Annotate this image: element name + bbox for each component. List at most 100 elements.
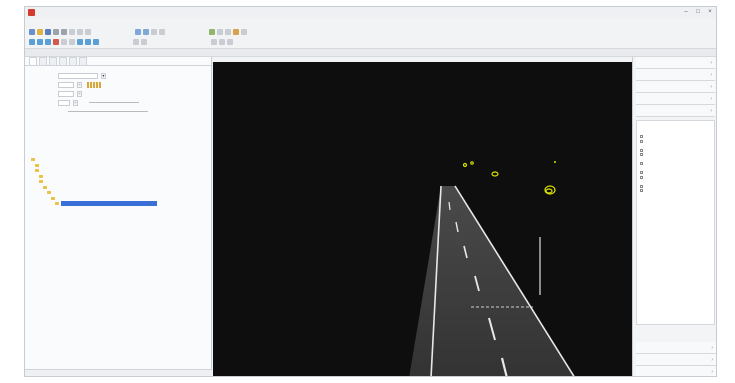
property-row: ▾ <box>31 71 207 80</box>
view-front-icon[interactable] <box>37 39 43 45</box>
record-icon[interactable] <box>53 39 59 45</box>
checkbox-icon[interactable] <box>640 189 643 193</box>
scale-tool-icon[interactable] <box>159 29 165 35</box>
signal-tool-icon[interactable] <box>233 29 239 35</box>
new-file-icon[interactable] <box>29 29 35 35</box>
select-tool-icon[interactable] <box>135 29 141 35</box>
tab-1[interactable] <box>29 57 37 65</box>
checkbox-icon[interactable] <box>640 171 643 175</box>
chevron-right-icon: › <box>710 71 712 78</box>
open-folder-icon[interactable] <box>37 29 43 35</box>
title-bar: – □ × <box>25 7 716 18</box>
measure-icon[interactable] <box>141 39 147 45</box>
tab-5[interactable] <box>69 57 77 65</box>
play-icon[interactable] <box>211 39 217 45</box>
property-row <box>31 107 207 116</box>
snap-icon[interactable] <box>69 39 75 45</box>
folder-icon <box>31 158 35 162</box>
highlighted-object <box>462 162 468 168</box>
object-tool-icon[interactable] <box>241 29 247 35</box>
checkbox-icon[interactable] <box>640 162 643 166</box>
stepper-icon[interactable]: ÷ <box>77 81 82 88</box>
property-field[interactable] <box>58 99 70 106</box>
zoom-in-icon[interactable] <box>77 39 83 45</box>
checkbox-icon[interactable] <box>640 148 643 152</box>
checkbox-icon[interactable] <box>640 153 643 157</box>
property-divider <box>68 111 148 112</box>
junction-tool-icon[interactable] <box>217 29 223 35</box>
tab-6[interactable] <box>79 57 87 65</box>
right-panel-button[interactable]: › <box>636 81 715 93</box>
checkbox-icon[interactable] <box>640 175 643 179</box>
redo-icon[interactable] <box>61 29 67 35</box>
right-panel-button[interactable]: › <box>636 105 715 117</box>
highlighted-object <box>491 171 499 177</box>
zoom-out-icon[interactable] <box>85 39 91 45</box>
right-panel-button[interactable]: › <box>636 93 715 105</box>
right-panel-bottom-button[interactable]: › <box>636 366 716 376</box>
stepper-icon[interactable]: ÷ <box>77 90 82 97</box>
checkbox-icon[interactable] <box>640 139 643 143</box>
checkbox-icon[interactable] <box>640 135 643 139</box>
fit-view-icon[interactable] <box>93 39 99 45</box>
tab-2[interactable] <box>39 57 47 65</box>
distant-light <box>554 161 556 163</box>
options-title <box>640 123 711 130</box>
stepper-icon[interactable]: ÷ <box>73 99 78 106</box>
3d-viewport[interactable] <box>213 62 632 376</box>
right-panel-bottom-button[interactable]: › <box>636 354 716 366</box>
checkbox-icon[interactable] <box>640 184 643 188</box>
left-bottom-tabs <box>25 369 212 376</box>
road-tool-icon[interactable] <box>209 29 215 35</box>
app-window: – □ × ▾ ÷ ÷ ÷ › › › › › › › › <box>24 6 717 377</box>
property-field[interactable] <box>58 72 98 79</box>
move-tool-icon[interactable] <box>143 29 149 35</box>
minimize-icon[interactable]: – <box>683 9 689 15</box>
stop-icon[interactable] <box>227 39 233 45</box>
layer-icon[interactable] <box>133 39 139 45</box>
preview-swatch <box>87 81 101 88</box>
right-panel-button[interactable]: › <box>636 57 715 69</box>
menu-bar <box>25 18 716 27</box>
maximize-icon[interactable]: □ <box>695 9 701 15</box>
undo-icon[interactable] <box>53 29 59 35</box>
highlighted-object <box>470 161 474 165</box>
road-scene <box>409 161 575 376</box>
left-tab-row <box>25 57 211 66</box>
chevron-right-icon: › <box>710 107 712 114</box>
folder-icon <box>55 202 59 206</box>
tree-item-selected[interactable] <box>31 201 207 207</box>
paste-icon[interactable] <box>85 29 91 35</box>
chevron-right-icon: › <box>711 356 713 363</box>
chevron-right-icon: › <box>710 59 712 66</box>
property-row: ÷ <box>31 89 207 98</box>
highlighted-objects <box>462 161 556 195</box>
close-icon[interactable]: × <box>707 9 713 15</box>
property-field[interactable] <box>58 90 74 97</box>
property-divider <box>89 102 139 103</box>
cut-icon[interactable] <box>69 29 75 35</box>
chevron-right-icon: › <box>710 95 712 102</box>
copy-icon[interactable] <box>77 29 83 35</box>
folder-icon <box>47 191 51 195</box>
view-side-icon[interactable] <box>45 39 51 45</box>
right-panel-button[interactable]: › <box>636 69 715 81</box>
left-panel: ▾ ÷ ÷ ÷ <box>25 57 212 376</box>
property-field[interactable] <box>58 81 74 88</box>
tab-3[interactable] <box>49 57 57 65</box>
property-row: ÷ <box>31 80 207 89</box>
grid-icon[interactable] <box>61 39 67 45</box>
right-panel: › › › › › › › › <box>632 57 716 376</box>
pause-icon[interactable] <box>219 39 225 45</box>
properties-form: ▾ ÷ ÷ ÷ <box>31 71 207 151</box>
tab-4[interactable] <box>59 57 67 65</box>
property-row: ÷ <box>31 98 207 107</box>
folder-icon <box>35 163 39 167</box>
dropdown-icon[interactable]: ▾ <box>101 72 106 79</box>
lane-tool-icon[interactable] <box>225 29 231 35</box>
right-panel-bottom-button[interactable]: › <box>636 342 716 354</box>
save-icon[interactable] <box>45 29 51 35</box>
path-bar <box>25 48 716 57</box>
rotate-tool-icon[interactable] <box>151 29 157 35</box>
view-top-icon[interactable] <box>29 39 35 45</box>
